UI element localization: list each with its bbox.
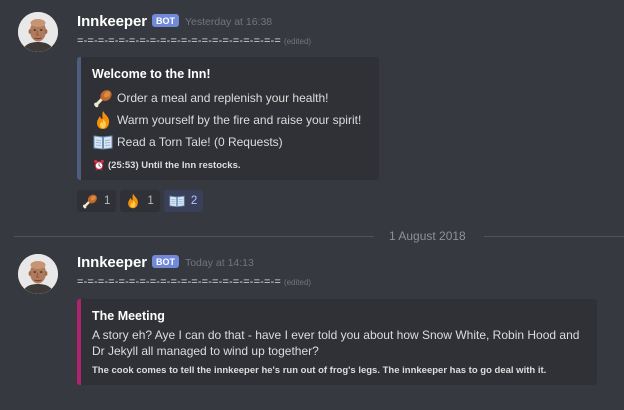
embed-line-text: Read a Torn Tale! (0 Requests) xyxy=(117,135,283,149)
reaction-book[interactable]: 2 xyxy=(163,190,204,212)
embed-footer: The cook comes to tell the innkeeper he'… xyxy=(92,365,547,376)
timestamp[interactable]: Yesterday at 16:38 xyxy=(185,16,272,28)
reaction-fire[interactable]: 1 xyxy=(120,190,160,212)
message-content: =-=-=-=-=-=-=-=-=-=-=-=-=-=-=-=-=-=-=-= … xyxy=(77,35,311,47)
reaction-bar: 1 1 2 xyxy=(77,190,204,212)
divider-line xyxy=(14,236,374,237)
fire-icon xyxy=(125,193,141,209)
edited-label: (edited) xyxy=(283,37,312,46)
embed-footer-text: (25:53) Until the Inn restocks. xyxy=(108,159,241,171)
embed-footer: (25:53) Until the Inn restocks. xyxy=(92,159,241,171)
message-group: Innkeeper BOT Yesterday at 16:38 =-=-=-=… xyxy=(0,0,624,215)
author-name[interactable]: Innkeeper xyxy=(77,13,147,30)
embed-line: Read a Torn Tale! (0 Requests) xyxy=(92,132,283,152)
divider-line xyxy=(484,236,624,237)
embed-line-text: Order a meal and replenish your health! xyxy=(117,91,329,105)
bot-tag: BOT xyxy=(151,254,179,268)
bot-tag: BOT xyxy=(151,13,179,27)
embed-line: Order a meal and replenish your health! xyxy=(92,88,328,108)
embed-line: Warm yourself by the fire and raise your… xyxy=(92,110,361,130)
embed-title: The Meeting xyxy=(92,309,165,323)
chat-pane: Innkeeper BOT Yesterday at 16:38 =-=-=-=… xyxy=(0,0,624,410)
reaction-count: 1 xyxy=(104,195,111,207)
embed-description: A story eh? Aye I can do that - have I e… xyxy=(92,328,580,358)
message-content: =-=-=-=-=-=-=-=-=-=-=-=-=-=-=-=-=-=-=-= … xyxy=(77,276,311,288)
message-text: =-=-=-=-=-=-=-=-=-=-=-=-=-=-=-=-=-=-=-= xyxy=(77,276,281,288)
reaction-meat[interactable]: 1 xyxy=(77,190,117,212)
open-book-icon xyxy=(169,193,185,209)
embed: The Meeting A story eh? Aye I can do tha… xyxy=(77,299,597,385)
reaction-count: 1 xyxy=(147,195,154,207)
innkeeper-avatar-icon xyxy=(18,12,58,52)
avatar[interactable] xyxy=(18,254,58,294)
timestamp[interactable]: Today at 14:13 xyxy=(185,257,254,269)
date-divider-label: 1 August 2018 xyxy=(389,229,466,243)
reaction-count: 2 xyxy=(190,195,198,207)
date-divider: 1 August 2018 xyxy=(14,229,624,243)
embed: Welcome to the Inn! Order a meal and rep… xyxy=(77,57,379,180)
avatar[interactable] xyxy=(18,12,58,52)
alarm-clock-icon xyxy=(93,159,105,171)
embed-title: Welcome to the Inn! xyxy=(92,67,211,81)
message-header: Innkeeper BOT Today at 14:13 xyxy=(77,252,254,272)
innkeeper-avatar-icon xyxy=(18,254,58,294)
edited-label: (edited) xyxy=(283,278,312,287)
fire-icon xyxy=(93,110,113,130)
open-book-icon xyxy=(93,132,113,152)
message-header: Innkeeper BOT Yesterday at 16:38 xyxy=(77,11,272,31)
meat-on-bone-icon xyxy=(82,193,98,209)
message-group: Innkeeper BOT Today at 14:13 =-=-=-=-=-=… xyxy=(0,245,624,405)
meat-on-bone-icon xyxy=(93,88,113,108)
message-text: =-=-=-=-=-=-=-=-=-=-=-=-=-=-=-=-=-=-=-= xyxy=(77,35,281,47)
embed-line-text: Warm yourself by the fire and raise your… xyxy=(117,113,362,127)
author-name[interactable]: Innkeeper xyxy=(77,254,147,271)
